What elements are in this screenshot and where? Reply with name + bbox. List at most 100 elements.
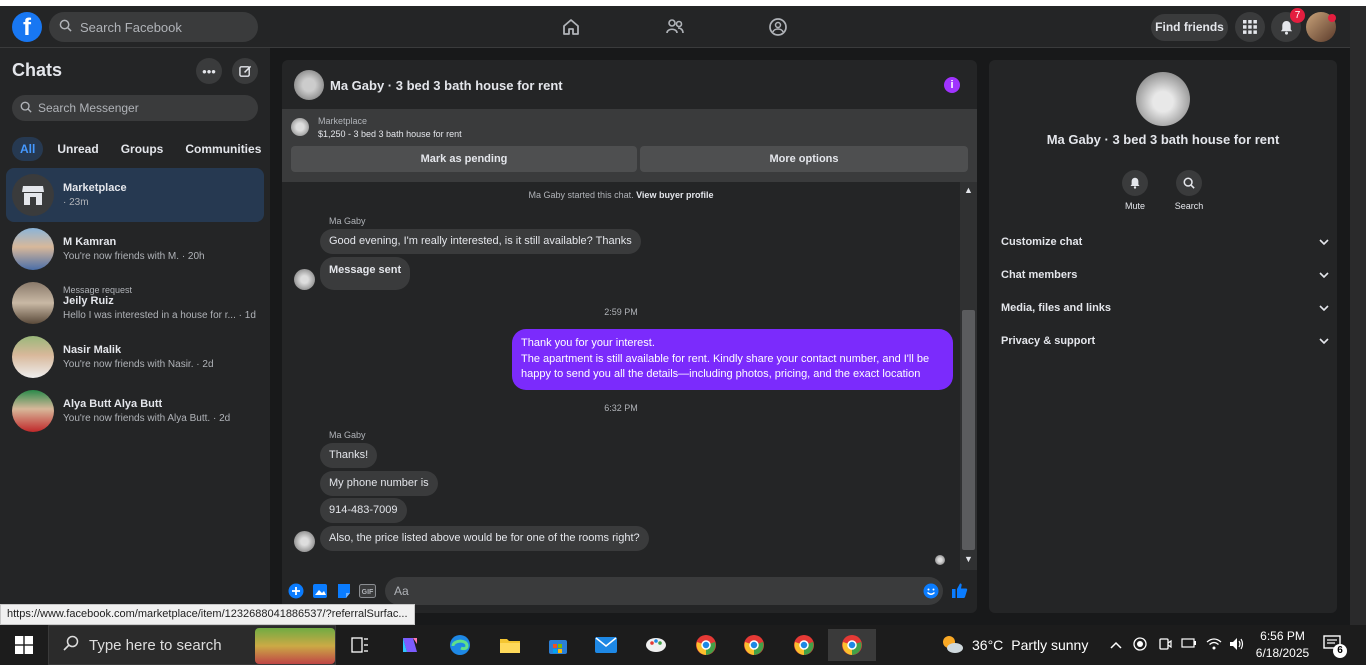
message-input[interactable]: Aa xyxy=(385,577,943,605)
windows-start-icon[interactable] xyxy=(0,625,48,665)
search-icon xyxy=(63,635,79,655)
incoming-message[interactable]: Good evening, I'm really interested, is … xyxy=(320,229,641,254)
incoming-message[interactable]: Also, the price listed above would be fo… xyxy=(320,526,649,551)
search-icon xyxy=(1176,170,1202,196)
battery-icon[interactable] xyxy=(1181,637,1197,652)
outgoing-message[interactable]: Thank you for your interest. The apartme… xyxy=(512,329,953,390)
plus-circle-icon[interactable] xyxy=(287,582,304,599)
store-icon[interactable] xyxy=(534,629,582,661)
search-icon xyxy=(20,101,32,116)
media-files-links-section[interactable]: Media, files and links xyxy=(1001,297,1329,319)
system-message: Ma Gaby started this chat. View buyer pr… xyxy=(282,190,960,200)
conversation-avatar-large[interactable] xyxy=(1136,72,1190,126)
messenger-search-input[interactable]: Search Messenger xyxy=(12,95,258,121)
copilot-icon[interactable] xyxy=(386,629,434,661)
chat-item-nasir-malik[interactable]: Nasir Malik You're now friends with Nasi… xyxy=(6,330,264,384)
meet-now-icon[interactable] xyxy=(1158,637,1172,654)
more-options-button[interactable]: More options xyxy=(640,146,968,172)
taskbar-search-input[interactable]: Type here to search xyxy=(48,625,336,665)
message-list: Ma Gaby started this chat. View buyer pr… xyxy=(282,182,960,570)
filter-unread[interactable]: Unread xyxy=(49,137,106,161)
volume-icon[interactable] xyxy=(1229,637,1245,654)
clock-time: 6:56 PM xyxy=(1260,629,1305,643)
thumbs-up-icon[interactable] xyxy=(951,582,968,599)
incoming-message[interactable]: 914-483-7009 xyxy=(320,498,407,523)
paint-icon[interactable] xyxy=(632,629,680,661)
sender-name: Ma Gaby xyxy=(329,216,366,226)
mark-as-pending-button[interactable]: Mark as pending xyxy=(291,146,637,172)
scroll-up-arrow-icon[interactable]: ▲ xyxy=(964,185,973,195)
photo-icon[interactable] xyxy=(311,582,328,599)
search-conversation-button[interactable]: Search xyxy=(1164,170,1214,211)
conversation-avatar[interactable] xyxy=(294,70,324,100)
friends-icon[interactable] xyxy=(664,16,686,38)
conversation-panel: Ma Gaby · 3 bed 3 bath house for rent i … xyxy=(282,60,977,613)
incoming-message[interactable]: Thanks! xyxy=(320,443,378,468)
sticker-icon[interactable] xyxy=(335,582,352,599)
menu-grid-icon[interactable] xyxy=(1235,12,1265,42)
chat-item-jeily-ruiz[interactable]: Message request Jeily Ruiz Hello I was i… xyxy=(6,276,264,330)
chrome-profile-active-icon[interactable] xyxy=(828,629,876,661)
chats-options-button[interactable]: ••• xyxy=(196,58,222,84)
chat-item-marketplace[interactable]: Marketplace · 23m xyxy=(6,168,264,222)
emoji-icon[interactable] xyxy=(922,582,939,599)
gif-icon[interactable]: GIF xyxy=(359,582,376,599)
scrollbar-thumb[interactable] xyxy=(962,310,975,550)
customize-chat-section[interactable]: Customize chat xyxy=(1001,231,1329,253)
messages-scrollbar[interactable]: ▲ ▼ xyxy=(960,182,977,570)
incoming-message[interactable]: My phone number is xyxy=(320,471,438,496)
details-title: Ma Gaby · 3 bed 3 bath house for rent xyxy=(1046,132,1280,147)
home-icon[interactable] xyxy=(560,16,582,38)
mute-button[interactable]: Mute xyxy=(1110,170,1160,211)
clock[interactable]: 6:56 PM 6/18/2025 xyxy=(1250,628,1315,662)
scroll-down-arrow-icon[interactable]: ▼ xyxy=(964,554,973,564)
notification-badge: 7 xyxy=(1290,8,1305,23)
find-friends-button[interactable]: Find friends xyxy=(1151,14,1228,41)
new-message-icon[interactable] xyxy=(232,58,258,84)
task-view-icon[interactable] xyxy=(336,629,384,661)
filter-communities[interactable]: Communities xyxy=(177,137,269,161)
mail-icon[interactable] xyxy=(582,629,630,661)
info-icon[interactable]: i xyxy=(944,77,960,93)
chat-members-section[interactable]: Chat members xyxy=(1001,264,1329,286)
sender-avatar[interactable] xyxy=(294,269,315,290)
chat-name: Marketplace xyxy=(63,182,127,194)
filter-groups[interactable]: Groups xyxy=(113,137,172,161)
system-message-text: Ma Gaby started this chat. xyxy=(528,190,634,200)
listing-thumbnail[interactable] xyxy=(291,118,309,136)
chat-name: M Kamran xyxy=(63,236,117,248)
chrome-profile-1-icon[interactable] xyxy=(682,629,730,661)
outgoing-message-line: The apartment is still available for ren… xyxy=(521,352,930,381)
facebook-logo-icon[interactable]: f xyxy=(12,12,42,42)
chats-title: Chats xyxy=(12,60,63,80)
chrome-profile-3-icon[interactable] xyxy=(780,629,828,661)
incoming-message[interactable]: Message sent xyxy=(320,257,411,290)
chat-item-m-kamran[interactable]: M Kamran You're now friends with M. · 20… xyxy=(6,222,264,276)
weather-widget[interactable]: 36°C Partly sunny xyxy=(940,625,1088,665)
chat-preview: Hello I was interested in a house for r.… xyxy=(63,310,256,321)
sender-avatar[interactable] xyxy=(294,531,315,552)
edge-browser-icon[interactable] xyxy=(436,629,484,661)
profile-status-dot xyxy=(1328,14,1336,22)
chrome-profile-2-icon[interactable] xyxy=(730,629,778,661)
chat-filters: All Unread Groups Communities xyxy=(12,137,269,161)
conversation-title[interactable]: Ma Gaby · 3 bed 3 bath house for rent xyxy=(330,78,563,93)
wifi-icon[interactable] xyxy=(1206,637,1222,653)
record-icon[interactable] xyxy=(1133,637,1147,654)
listing-title[interactable]: $1,250 - 3 bed 3 bath house for rent xyxy=(318,129,462,139)
facebook-search-input[interactable]: Search Facebook xyxy=(49,12,258,42)
chat-item-alya-butt[interactable]: Alya Butt Alya Butt You're now friends w… xyxy=(6,384,264,438)
page-scrollbar[interactable] xyxy=(1350,6,1366,625)
marketplace-listing-bar: Marketplace $1,250 - 3 bed 3 bath house … xyxy=(282,110,977,182)
groups-icon[interactable] xyxy=(767,16,789,38)
chevron-up-icon[interactable] xyxy=(1110,637,1122,652)
privacy-support-section[interactable]: Privacy & support xyxy=(1001,330,1329,352)
file-explorer-icon[interactable] xyxy=(486,629,534,661)
svg-text:GIF: GIF xyxy=(362,589,374,596)
chat-name: Alya Butt Alya Butt xyxy=(63,398,163,410)
search-highlight-image xyxy=(255,628,335,664)
section-label: Media, files and links xyxy=(1001,302,1112,314)
filter-all[interactable]: All xyxy=(12,137,44,161)
chat-details-panel: Ma Gaby · 3 bed 3 bath house for rent Mu… xyxy=(989,60,1337,613)
view-buyer-profile-link[interactable]: View buyer profile xyxy=(636,190,713,200)
